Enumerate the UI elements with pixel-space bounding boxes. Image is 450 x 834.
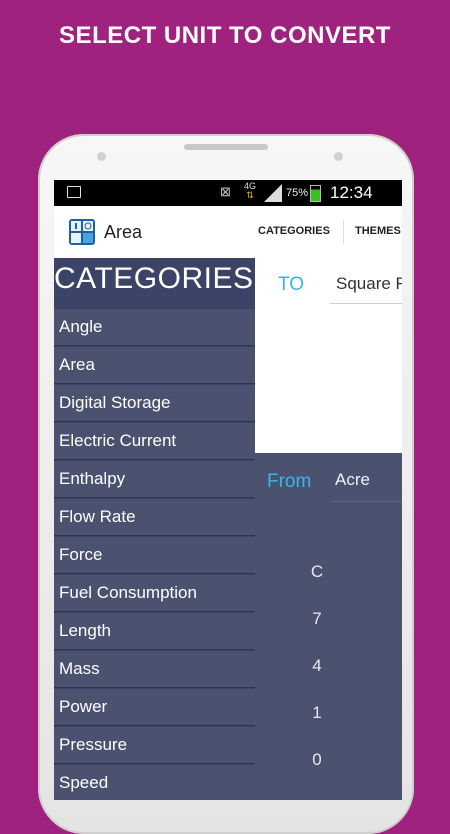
key-0[interactable]: 0 [305,750,329,770]
speaker-grille [184,144,268,150]
category-item-digital-storage[interactable]: Digital Storage [54,385,255,421]
category-item-pressure[interactable]: Pressure [54,727,255,763]
category-item-angle[interactable]: Angle [54,309,255,345]
to-unit-underline [330,303,402,304]
category-item-flow-rate[interactable]: Flow Rate [54,499,255,535]
status-bar: ⊠ 4G ⇅ 75% 12:34 PM [54,180,402,222]
tab-divider [343,220,344,244]
keypad-panel: From Acre C 7 4 1 0 [255,453,402,800]
category-item-power[interactable]: Power [54,689,255,725]
key-1[interactable]: 1 [305,703,329,723]
signal-icon [264,184,282,202]
front-sensor [97,152,106,161]
battery-icon [310,185,321,202]
phone-screen: ⊠ 4G ⇅ 75% 12:34 PM Area CATEGORIES THEM… [54,180,402,800]
category-item-speed[interactable]: Speed [54,765,255,800]
category-item-electric-current[interactable]: Electric Current [54,423,255,459]
from-unit-underline [331,501,402,502]
page-title: Area [104,222,143,242]
category-item-length[interactable]: Length [54,613,255,649]
to-label: TO [278,274,305,295]
from-label: From [267,471,312,492]
to-unit-select[interactable]: Square F [336,274,402,294]
key-clear[interactable]: C [305,562,329,582]
battery-percent: 75% [286,187,309,199]
category-item-enthalpy[interactable]: Enthalpy [54,461,255,497]
category-item-force[interactable]: Force [54,537,255,573]
category-item-fuel-consumption[interactable]: Fuel Consumption [54,575,255,611]
key-7[interactable]: 7 [305,609,329,629]
tab-themes[interactable]: THEMES [355,225,401,237]
tab-categories[interactable]: CATEGORIES [258,225,330,237]
app-bar: Area CATEGORIES THEMES [54,206,402,259]
drawer-title: CATEGORIES [54,262,254,295]
network-indicator: 4G ⇅ [244,182,256,200]
data-arrows-icon: ⇅ [246,190,254,200]
category-item-area[interactable]: Area [54,347,255,383]
image-notification-icon [67,186,81,198]
app-logo-icon[interactable] [68,218,96,246]
key-4[interactable]: 4 [305,656,329,676]
from-unit-select[interactable]: Acre [335,470,370,490]
category-item-mass[interactable]: Mass [54,651,255,687]
promo-headline: SELECT UNIT TO CONVERT [59,22,391,49]
front-camera [334,152,343,161]
category-list: Angle Area Digital Storage Electric Curr… [54,309,255,800]
categories-drawer: CATEGORIES Angle Area Digital Storage El… [54,258,255,800]
mute-icon: ⊠ [220,184,231,199]
